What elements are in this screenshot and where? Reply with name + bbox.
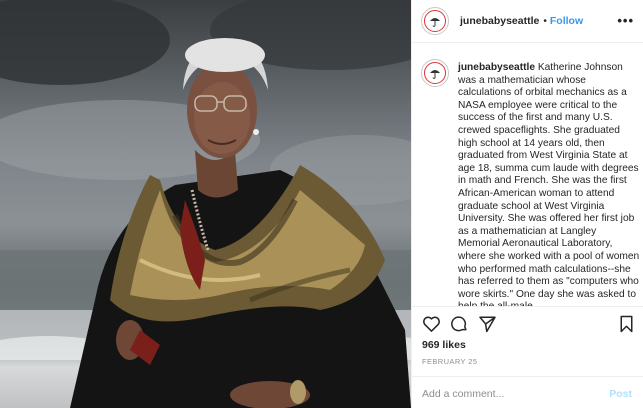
heart-icon[interactable] [422,315,441,338]
comment-input[interactable] [422,386,592,402]
umbrella-logo-icon [424,62,446,84]
post-side-panel: junebabyseattle • Follow ••• junebabysea… [411,0,643,408]
umbrella-logo-icon [424,10,446,32]
post-header: junebabyseattle • Follow ••• [412,0,643,43]
caption-avatar[interactable] [421,59,449,87]
post-date[interactable]: FEBRUARY 25 [422,357,477,366]
caption-text: Katherine Johnson was a mathematician wh… [458,62,640,306]
follow-separator: • [543,15,547,27]
avatar[interactable] [421,7,449,35]
username-link[interactable]: junebabyseattle [460,15,539,27]
comment-bubble-icon[interactable] [450,315,469,338]
caption-area[interactable]: junebabyseattle Katherine Johnson was a … [412,44,643,306]
bookmark-icon[interactable] [618,315,635,338]
comment-row: Post [412,376,643,408]
post-photo[interactable] [0,0,411,408]
portrait-image [0,0,411,408]
more-options-button[interactable]: ••• [617,13,634,28]
post-actions: 969 likes FEBRUARY 25 Post [412,306,643,408]
follow-button[interactable]: Follow [550,15,583,27]
caption-username-link[interactable]: junebabyseattle [458,62,535,73]
action-icons [422,315,636,337]
post-comment-button[interactable]: Post [609,388,632,400]
paper-plane-icon[interactable] [478,315,497,338]
post-caption: junebabyseattle Katherine Johnson was a … [458,62,640,306]
likes-count[interactable]: 969 likes [422,339,466,351]
